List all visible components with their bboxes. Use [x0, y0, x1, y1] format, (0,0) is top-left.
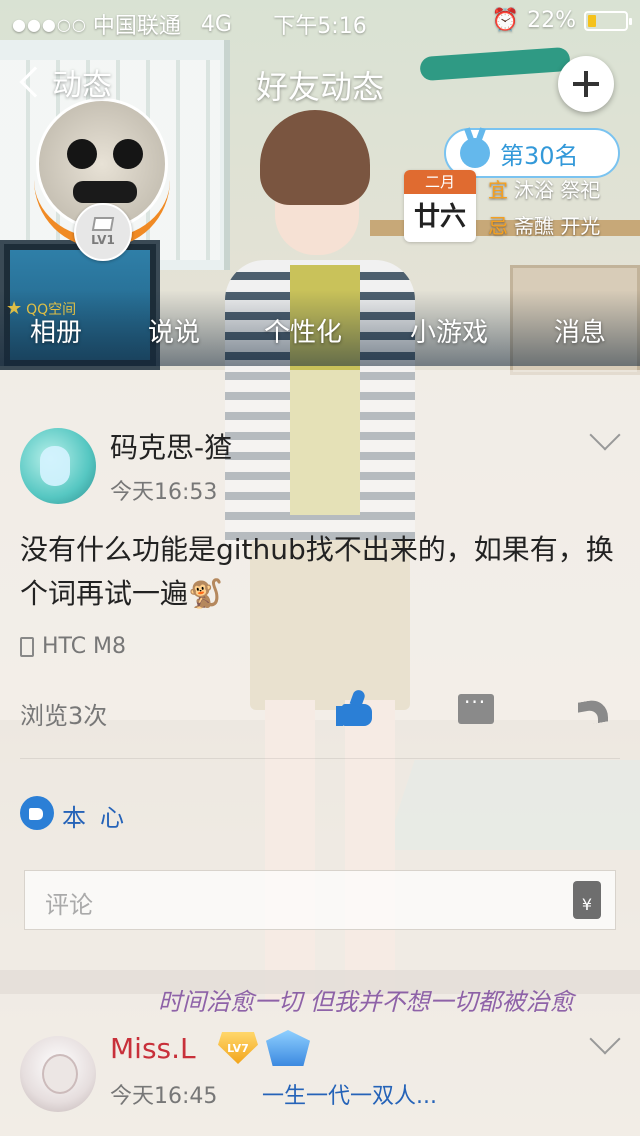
tab-bar: 相册 说说 个性化 小游戏 消息	[0, 290, 640, 366]
expand-chevron-icon[interactable]	[589, 1023, 621, 1055]
svip-icon	[266, 1030, 310, 1066]
phone-icon	[20, 636, 34, 657]
comment-icon[interactable]	[458, 690, 494, 724]
star-icon: ★	[6, 298, 23, 319]
medal-icon	[460, 138, 490, 168]
calendar-day: 廿六	[413, 202, 466, 232]
comment-input[interactable]: 评论 ¥	[24, 870, 616, 930]
level-badge: LV1	[74, 203, 132, 261]
like-icon	[342, 704, 372, 726]
post-device: HTC M8	[20, 634, 126, 659]
alarm-icon: ⏰	[491, 8, 520, 33]
view-count: 浏览3次	[20, 702, 108, 730]
battery-percent: 22%	[527, 8, 576, 33]
almanac-yi: 沐浴 祭祀	[514, 178, 601, 202]
tab-shuoshuo[interactable]: 说说	[148, 312, 200, 349]
gift-icon[interactable]: ¥	[573, 881, 601, 919]
rank-label: 第30名	[500, 141, 579, 170]
status-bar: ●●●○○ 中国联通 4G 下午5:16 ⏰ 22%	[0, 0, 640, 40]
post2-author-avatar[interactable]	[20, 1036, 96, 1112]
share-icon	[578, 697, 608, 727]
liker-name[interactable]: 本心	[62, 798, 138, 833]
signature-watermark: 时间治愈一切 但我并不想一切都被治愈	[158, 988, 574, 1016]
share-button[interactable]	[578, 692, 616, 727]
comment-placeholder: 评论	[45, 891, 93, 919]
divider	[20, 758, 620, 759]
battery-icon	[584, 10, 632, 31]
post-time: 今天16:53	[110, 480, 218, 505]
nav-bar: 动态 好友动态	[0, 48, 640, 118]
liked-icon	[20, 796, 54, 830]
space-tag: ★ QQ空间	[6, 298, 77, 319]
tab-personalize[interactable]: 个性化	[264, 312, 342, 349]
feed: 码克思-猹 今天16:53 没有什么功能是github找不出来的，如果有，换个词…	[0, 370, 640, 1136]
post-text: 没有什么功能是github找不出来的，如果有，换个词再试一遍🐒	[20, 533, 614, 610]
profile-avatar[interactable]: LV1	[34, 98, 172, 261]
vip-badge: LV7	[218, 1032, 258, 1064]
post-author-name[interactable]: 码克思-猹	[110, 426, 232, 466]
calendar-month: 二月	[404, 170, 476, 194]
post2-preview[interactable]: 一生一代一双人...	[262, 1078, 437, 1110]
expand-chevron-icon[interactable]	[589, 419, 621, 451]
page-title: 好友动态	[255, 68, 384, 106]
like-button[interactable]	[336, 690, 376, 730]
post-author-avatar[interactable]	[20, 428, 96, 504]
post2-time: 今天16:45	[110, 1084, 218, 1109]
almanac: 宜沐浴 祭祀 忌斋醮 开光	[488, 178, 601, 238]
post2-author-name[interactable]: Miss.L	[110, 1032, 196, 1065]
almanac-ji: 斋醮 开光	[514, 214, 601, 238]
calendar-widget[interactable]: 二月 廿六	[404, 170, 476, 242]
tab-games[interactable]: 小游戏	[410, 312, 488, 349]
tab-messages[interactable]: 消息	[554, 312, 606, 349]
plus-icon[interactable]	[558, 56, 614, 112]
